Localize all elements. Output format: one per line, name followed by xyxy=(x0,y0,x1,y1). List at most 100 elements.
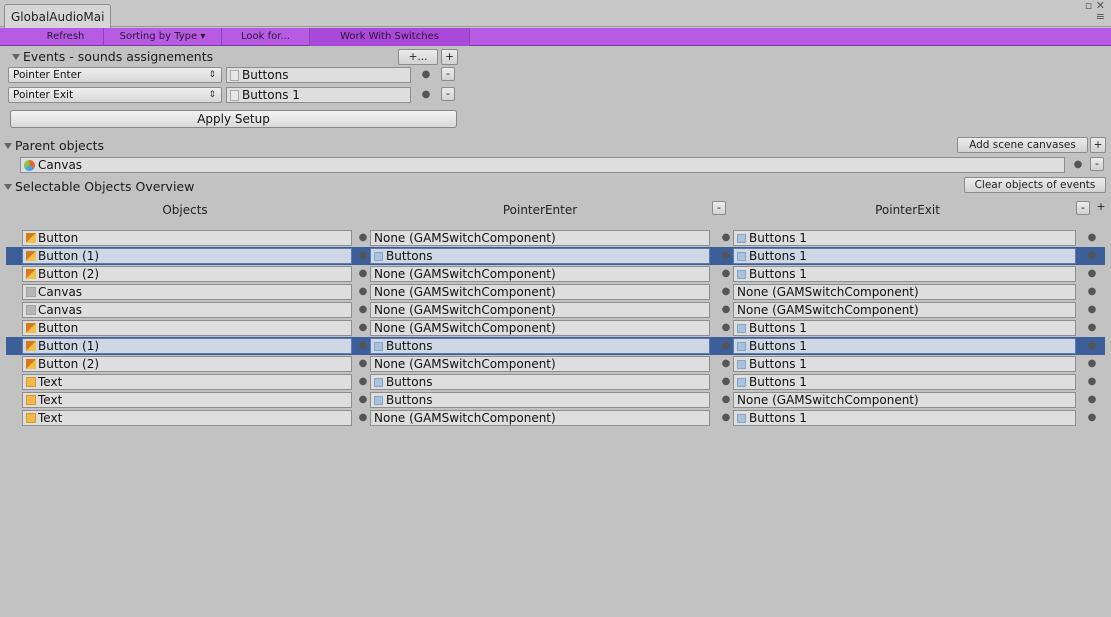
pointer-exit-field[interactable]: Buttons 1 xyxy=(733,248,1076,264)
pointer-exit-field[interactable]: Buttons 1 xyxy=(733,410,1076,426)
object-picker-icon[interactable]: ● xyxy=(721,377,731,387)
object-picker-icon[interactable]: ● xyxy=(721,395,731,405)
object-picker-icon[interactable]: ● xyxy=(721,269,731,279)
object-picker-icon[interactable]: ● xyxy=(1087,359,1097,369)
pointer-enter-field[interactable]: None (GAMSwitchComponent) xyxy=(370,320,710,336)
object-picker-icon[interactable]: ● xyxy=(721,287,731,297)
pointer-enter-field[interactable]: None (GAMSwitchComponent) xyxy=(370,302,710,318)
events-title: Events - sounds assignements xyxy=(23,49,214,64)
object-picker-icon[interactable]: ● xyxy=(721,413,731,423)
remove-event-button[interactable]: - xyxy=(441,67,455,81)
pointer-enter-field[interactable]: None (GAMSwitchComponent) xyxy=(370,356,710,372)
object-picker-icon[interactable]: ● xyxy=(1087,323,1097,333)
add-more-event-button[interactable]: +... xyxy=(398,49,438,65)
pointer-enter-field[interactable]: None (GAMSwitchComponent) xyxy=(370,266,710,282)
parent-objects-foldout[interactable]: Parent objects xyxy=(4,138,104,153)
object-picker-icon[interactable]: ● xyxy=(721,233,731,243)
pointer-enter-value: None (GAMSwitchComponent) xyxy=(374,267,556,281)
table-row-object[interactable]: Text xyxy=(22,374,352,390)
object-picker-icon[interactable]: ● xyxy=(358,269,368,279)
object-picker-icon[interactable]: ● xyxy=(1087,251,1097,261)
remove-pointer-enter-column-button[interactable]: - xyxy=(712,201,726,215)
object-picker-icon[interactable]: ● xyxy=(421,90,431,100)
object-picker-icon[interactable]: ● xyxy=(1087,305,1097,315)
object-picker-icon[interactable]: ● xyxy=(421,70,431,80)
table-row-object[interactable]: Text xyxy=(22,392,352,408)
work-with-switches-button[interactable]: Work With Switches xyxy=(310,28,470,46)
window-tab[interactable]: GlobalAudioMai xyxy=(4,4,112,28)
pointer-exit-field[interactable]: Buttons 1 xyxy=(733,320,1076,336)
pointer-exit-field[interactable]: None (GAMSwitchComponent) xyxy=(733,392,1076,408)
column-header-objects: Objects xyxy=(162,203,208,217)
object-picker-icon[interactable]: ● xyxy=(358,395,368,405)
table-row-object[interactable]: Canvas xyxy=(22,302,352,318)
overview-foldout[interactable]: Selectable Objects Overview xyxy=(4,179,194,194)
pointer-enter-field[interactable]: Buttons xyxy=(370,374,710,390)
event-type-dropdown[interactable]: Pointer Enter ⇕ xyxy=(8,67,222,83)
object-picker-icon[interactable]: ● xyxy=(1087,413,1097,423)
object-picker-icon[interactable]: ● xyxy=(1087,269,1097,279)
object-picker-icon[interactable]: ● xyxy=(358,323,368,333)
remove-pointer-exit-column-button[interactable]: - xyxy=(1076,201,1090,215)
remove-event-button[interactable]: - xyxy=(441,87,455,101)
pointer-exit-field[interactable]: None (GAMSwitchComponent) xyxy=(733,284,1076,300)
table-row-object[interactable]: Button xyxy=(22,230,352,246)
table-row-object[interactable]: Button (2) xyxy=(22,266,352,282)
object-picker-icon[interactable]: ● xyxy=(1087,341,1097,351)
add-column-button[interactable]: + xyxy=(1094,201,1108,215)
object-picker-icon[interactable]: ● xyxy=(721,323,731,333)
pointer-enter-field[interactable]: Buttons xyxy=(370,338,710,354)
table-row-object[interactable]: Canvas xyxy=(22,284,352,300)
pointer-enter-field[interactable]: Buttons xyxy=(370,248,710,264)
object-picker-icon[interactable]: ● xyxy=(358,233,368,243)
table-row-object[interactable]: Button (2) xyxy=(22,356,352,372)
object-picker-icon[interactable]: ● xyxy=(358,359,368,369)
object-picker-icon[interactable]: ● xyxy=(721,341,731,351)
pointer-exit-field[interactable]: Buttons 1 xyxy=(733,266,1076,282)
clear-objects-button[interactable]: Clear objects of events xyxy=(964,177,1106,193)
look-for-button[interactable]: Look for... xyxy=(222,28,310,46)
object-picker-icon[interactable]: ● xyxy=(358,251,368,261)
table-row-object[interactable]: Button (1) xyxy=(22,338,352,354)
object-picker-icon[interactable]: ● xyxy=(1073,160,1083,170)
pointer-exit-field[interactable]: None (GAMSwitchComponent) xyxy=(733,302,1076,318)
refresh-button[interactable]: Refresh xyxy=(28,28,104,46)
event-type-label: Pointer Enter xyxy=(13,69,82,81)
object-picker-icon[interactable]: ● xyxy=(1087,287,1097,297)
menu-icon[interactable]: ≡ xyxy=(1085,11,1105,22)
pointer-exit-field[interactable]: Buttons 1 xyxy=(733,374,1076,390)
parent-object-field[interactable]: Canvas xyxy=(20,157,1065,173)
table-row-object[interactable]: Button xyxy=(22,320,352,336)
remove-parent-button[interactable]: - xyxy=(1090,157,1104,171)
table-row-object[interactable]: Text xyxy=(22,410,352,426)
pointer-enter-field[interactable]: None (GAMSwitchComponent) xyxy=(370,284,710,300)
pointer-enter-field[interactable]: Buttons xyxy=(370,392,710,408)
object-picker-icon[interactable]: ● xyxy=(1087,395,1097,405)
window-controls[interactable]: ▫ ✕ ≡ xyxy=(1085,0,1105,22)
add-parent-button[interactable]: + xyxy=(1090,137,1106,153)
object-picker-icon[interactable]: ● xyxy=(721,305,731,315)
add-scene-canvases-button[interactable]: Add scene canvases xyxy=(957,137,1088,153)
pointer-exit-field[interactable]: Buttons 1 xyxy=(733,338,1076,354)
object-picker-icon[interactable]: ● xyxy=(358,377,368,387)
event-target-field[interactable]: Buttons 1 xyxy=(226,87,411,103)
pointer-enter-field[interactable]: None (GAMSwitchComponent) xyxy=(370,230,710,246)
table-row-object[interactable]: Button (1) xyxy=(22,248,352,264)
events-foldout[interactable]: Events - sounds assignements xyxy=(12,49,213,64)
event-target-field[interactable]: Buttons xyxy=(226,67,411,83)
object-picker-icon[interactable]: ● xyxy=(1087,233,1097,243)
object-picker-icon[interactable]: ● xyxy=(721,251,731,261)
event-type-dropdown[interactable]: Pointer Exit ⇕ xyxy=(8,87,222,103)
object-picker-icon[interactable]: ● xyxy=(358,341,368,351)
sorting-button[interactable]: Sorting by Type ▾ xyxy=(104,28,222,46)
add-event-button[interactable]: + xyxy=(441,49,458,65)
object-picker-icon[interactable]: ● xyxy=(358,305,368,315)
object-picker-icon[interactable]: ● xyxy=(1087,377,1097,387)
apply-setup-button[interactable]: Apply Setup xyxy=(10,110,457,128)
pointer-exit-field[interactable]: Buttons 1 xyxy=(733,230,1076,246)
object-picker-icon[interactable]: ● xyxy=(358,413,368,423)
object-picker-icon[interactable]: ● xyxy=(721,359,731,369)
object-picker-icon[interactable]: ● xyxy=(358,287,368,297)
pointer-exit-field[interactable]: Buttons 1 xyxy=(733,356,1076,372)
pointer-enter-field[interactable]: None (GAMSwitchComponent) xyxy=(370,410,710,426)
